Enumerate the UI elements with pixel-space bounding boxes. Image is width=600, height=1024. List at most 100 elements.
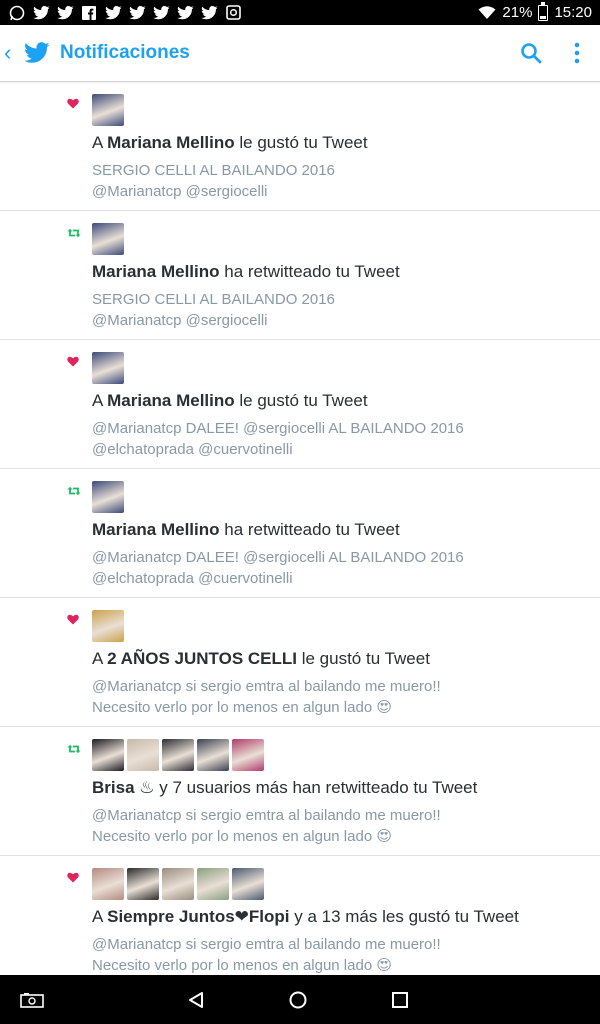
tweet-snippet-line: @Marianatcp DALEE! @sergiocelli AL BAILA… — [92, 420, 464, 437]
avatar[interactable] — [232, 868, 264, 900]
notification-headline: A Mariana Mellino le gustó tu Tweet — [92, 391, 368, 411]
avatar-group — [92, 481, 124, 513]
notification-headline: Brisa ♨ y 7 usuarios más han retwitteado… — [92, 778, 477, 798]
notification-headline: A Mariana Mellino le gustó tu Tweet — [92, 133, 368, 153]
battery-percent: 21% — [502, 4, 533, 21]
retweet-icon — [67, 483, 81, 496]
search-button[interactable] — [508, 30, 554, 76]
tweet-snippet: @Marianatcp si sergio emtra al bailando … — [92, 676, 441, 718]
tweet-snippet-line: SERGIO CELLI AL BAILANDO 2016 — [92, 162, 335, 179]
headline-suffix: ha retwitteado tu Tweet — [219, 520, 400, 539]
avatar[interactable] — [92, 223, 124, 255]
page-title: Notificaciones — [60, 42, 190, 63]
overflow-menu-button[interactable] — [554, 30, 600, 76]
headline-prefix: A — [92, 907, 108, 926]
notification-headline: A Siempre Juntos❤Flopi y a 13 más les gu… — [92, 907, 519, 927]
notification-item[interactable]: Mariana Mellino ha retwitteado tu Tweet S… — [0, 211, 600, 340]
avatar[interactable] — [162, 868, 194, 900]
twitter-icon — [128, 5, 146, 21]
avatar[interactable] — [162, 739, 194, 771]
navigation-bar — [0, 975, 600, 1024]
facebook-icon — [80, 5, 98, 21]
tweet-snippet-line: @Marianatcp si sergio emtra al bailando … — [92, 807, 441, 824]
heart-icon — [67, 870, 81, 883]
notification-item[interactable]: A Mariana Mellino le gustó tu Tweet @Mari… — [0, 340, 600, 469]
notification-headline: Mariana Mellino ha retwitteado tu Tweet — [92, 262, 400, 282]
notification-headline: A 2 AÑOS JUNTOS CELLI le gustó tu Tweet — [92, 649, 430, 669]
status-bar: 21% 15:20 — [0, 0, 600, 25]
notification-item[interactable]: A 2 AÑOS JUNTOS CELLI le gustó tu Tweet @… — [0, 598, 600, 727]
twitter-icon — [200, 5, 218, 21]
recents-square-icon — [392, 991, 408, 1008]
headline-prefix: A — [92, 649, 108, 668]
tweet-snippet: @Marianatcp DALEE! @sergiocelli AL BAILA… — [92, 547, 464, 589]
user-name[interactable]: Siempre Juntos❤Flopi — [107, 907, 289, 926]
avatar[interactable] — [92, 610, 124, 642]
tweet-snippet-line: Necesito verlo por lo menos en algun lad… — [92, 828, 392, 845]
user-name[interactable]: Brisa ♨ — [92, 778, 155, 797]
avatar[interactable] — [127, 739, 159, 771]
heart-icon — [67, 354, 81, 367]
user-name[interactable]: Mariana Mellino — [92, 262, 220, 281]
headline-suffix: le gustó tu Tweet — [234, 391, 368, 410]
avatar[interactable] — [232, 739, 264, 771]
twitter-icon — [104, 5, 122, 21]
tweet-snippet-line: SERGIO CELLI AL BAILANDO 2016 — [92, 291, 335, 308]
tweet-snippet-line: @Marianatcp DALEE! @sergiocelli AL BAILA… — [92, 549, 464, 566]
heart-icon — [67, 96, 81, 109]
twitter-icon — [32, 5, 50, 21]
twitter-icon — [56, 5, 74, 21]
tweet-snippet-line: @Marianatcp si sergio emtra al bailando … — [92, 936, 441, 953]
tweet-snippet: SERGIO CELLI AL BAILANDO 2016 @Marianatcp… — [92, 160, 335, 202]
avatar[interactable] — [197, 739, 229, 771]
headline-prefix: A — [92, 391, 108, 410]
tweet-snippet: @Marianatcp si sergio emtra al bailando … — [92, 934, 441, 975]
avatar[interactable] — [92, 94, 124, 126]
notification-item[interactable]: A Mariana Mellino le gustó tu Tweet SERGI… — [0, 82, 600, 211]
avatar[interactable] — [92, 868, 124, 900]
battery-icon — [538, 1, 549, 21]
tweet-snippet: @Marianatcp si sergio emtra al bailando … — [92, 805, 441, 847]
user-name[interactable]: Mariana Mellino — [92, 520, 220, 539]
tweet-snippet: @Marianatcp DALEE! @sergiocelli AL BAILA… — [92, 418, 464, 460]
twitter-icon — [152, 5, 170, 21]
headline-prefix: A — [92, 133, 108, 152]
back-nav-button[interactable] — [166, 975, 226, 1024]
avatar-group — [92, 739, 264, 771]
headline-suffix: y 7 usuarios más han retwitteado tu Twee… — [154, 778, 478, 797]
recents-nav-button[interactable] — [370, 975, 430, 1024]
notification-icons — [8, 5, 242, 21]
user-name[interactable]: 2 AÑOS JUNTOS CELLI — [107, 649, 297, 668]
avatar[interactable] — [127, 868, 159, 900]
search-icon — [521, 43, 542, 64]
avatar-group — [92, 223, 124, 255]
back-triangle-icon — [189, 991, 203, 1008]
home-nav-button[interactable] — [268, 975, 328, 1024]
more-vertical-icon — [574, 42, 580, 64]
twitter-bird-icon — [24, 42, 50, 63]
app-bar: ‹ Notificaciones — [0, 25, 600, 82]
avatar[interactable] — [92, 352, 124, 384]
tweet-snippet-line: @Marianatcp @sergiocelli — [92, 312, 268, 329]
tweet-snippet-line: @Marianatcp @sergiocelli — [92, 183, 268, 200]
whatsapp-icon — [8, 5, 26, 21]
headline-suffix: le gustó tu Tweet — [234, 133, 368, 152]
notification-headline: Mariana Mellino ha retwitteado tu Tweet — [92, 520, 400, 540]
user-name[interactable]: Mariana Mellino — [107, 133, 235, 152]
tweet-snippet: SERGIO CELLI AL BAILANDO 2016 @Marianatcp… — [92, 289, 335, 331]
back-icon[interactable]: ‹ — [4, 42, 18, 64]
notification-item[interactable]: A Siempre Juntos❤Flopi y a 13 más les gu… — [0, 856, 600, 975]
avatar-group — [92, 610, 124, 642]
avatar-group — [92, 352, 124, 384]
retweet-icon — [67, 225, 81, 238]
user-name[interactable]: Mariana Mellino — [107, 391, 235, 410]
avatar[interactable] — [197, 868, 229, 900]
notification-item[interactable]: Brisa ♨ y 7 usuarios más han retwitteado… — [0, 727, 600, 856]
heart-icon — [67, 612, 81, 625]
tweet-snippet-line: @elchatoprada @cuervotinelli — [92, 570, 293, 587]
screenshot-button[interactable] — [2, 975, 62, 1024]
notification-item[interactable]: Mariana Mellino ha retwitteado tu Tweet @… — [0, 469, 600, 598]
avatar[interactable] — [92, 481, 124, 513]
avatar-group — [92, 868, 264, 900]
avatar[interactable] — [92, 739, 124, 771]
